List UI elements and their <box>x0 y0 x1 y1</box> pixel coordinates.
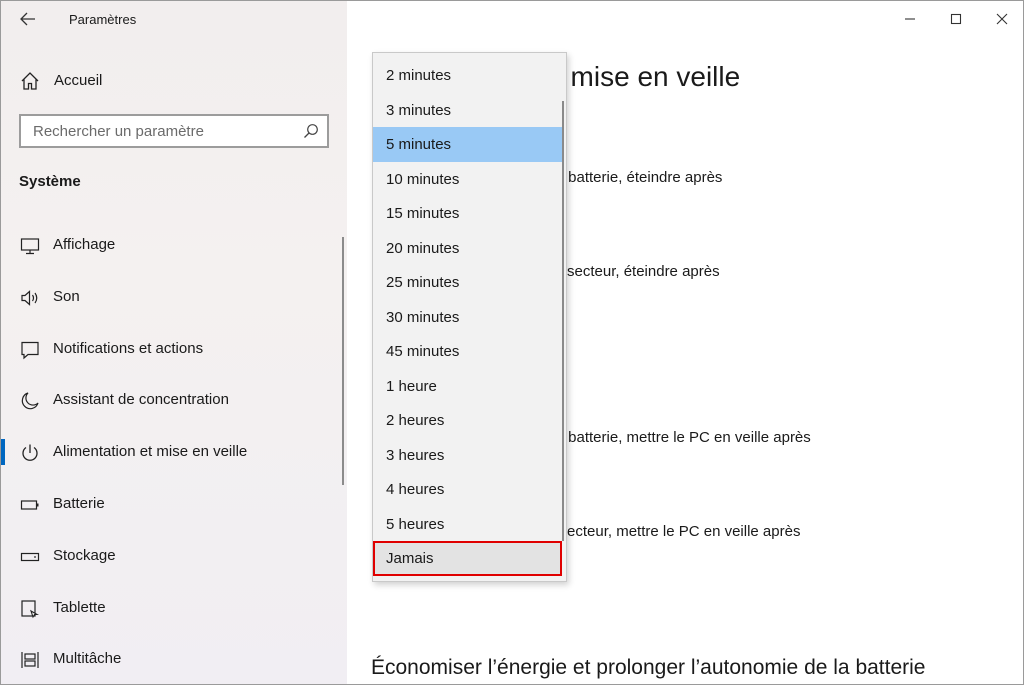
dropdown-options: 2 minutes 3 minutes 5 minutes 10 minutes… <box>373 58 566 576</box>
screen-battery-label: r batterie, éteindre après <box>559 169 723 186</box>
nav-home[interactable]: Accueil <box>1 63 341 99</box>
window-controls <box>887 1 1023 37</box>
notification-icon <box>20 340 40 360</box>
sidebar-item-concentration[interactable]: Assistant de concentration <box>1 381 341 433</box>
monitor-icon <box>20 236 40 256</box>
sidebar-item-label: Alimentation et mise en veille <box>53 443 248 461</box>
sleep-plugged-label: ecteur, mettre le PC en veille après <box>567 523 801 540</box>
storage-icon <box>20 547 40 567</box>
sidebar-item-label: Notifications et actions <box>53 339 204 357</box>
section-title: Système <box>19 173 81 190</box>
minimize-icon <box>904 13 916 25</box>
dropdown-scrollbar[interactable] <box>562 101 564 541</box>
screen-plugged-label: secteur, éteindre après <box>567 263 720 280</box>
dropdown-option[interactable]: 25 minutes <box>373 265 562 300</box>
app-title: Paramètres <box>69 12 137 27</box>
sidebar-item-label: Assistant de concentration <box>53 391 229 409</box>
dropdown-option[interactable]: 2 minutes <box>373 58 562 93</box>
sidebar-item-label: Batterie <box>53 494 105 512</box>
close-icon <box>996 13 1008 25</box>
dropdown-option[interactable]: 3 heures <box>373 438 562 473</box>
dropdown-option-label: 3 minutes <box>386 101 452 119</box>
sidebar-item-label: Son <box>53 287 80 305</box>
dropdown-option[interactable]: 5 heures <box>373 507 562 542</box>
sidebar-item-label: Tablette <box>53 598 106 616</box>
dropdown-option-selected[interactable]: 5 minutes <box>373 127 562 162</box>
home-icon <box>20 71 40 91</box>
dropdown-option-label: 2 heures <box>386 412 445 429</box>
close-button[interactable] <box>979 1 1023 37</box>
back-button[interactable] <box>13 5 43 33</box>
section-heading: Économiser l’énergie et prolonger l’auto… <box>371 656 926 679</box>
dropdown-option-label: 4 heures <box>386 481 445 498</box>
search-box[interactable] <box>19 114 329 148</box>
sidebar-item-stockage[interactable]: Stockage <box>1 537 341 589</box>
dropdown-option-label: 15 minutes <box>386 205 460 222</box>
dropdown-option[interactable]: 20 minutes <box>373 231 562 266</box>
sidebar-item-label: Affichage <box>53 236 116 253</box>
dropdown-option-label: 1 heure <box>386 377 437 395</box>
dropdown-option[interactable]: 45 minutes <box>373 334 562 369</box>
dropdown-option[interactable]: 15 minutes <box>373 196 562 231</box>
sidebar-item-label: Multitâche <box>53 650 122 668</box>
search-icon[interactable] <box>303 123 319 139</box>
dropdown-option[interactable]: 30 minutes <box>373 300 562 335</box>
back-arrow-icon <box>20 12 36 26</box>
dropdown-option-label: 45 minutes <box>386 343 460 360</box>
minimize-button[interactable] <box>887 1 933 37</box>
search-input[interactable] <box>21 116 291 146</box>
dropdown-option[interactable]: 2 heures <box>373 403 562 438</box>
sidebar-item-multitache[interactable]: Multitâche <box>1 640 341 684</box>
page-title: t mise en veille <box>555 61 741 92</box>
multitask-icon <box>20 650 40 670</box>
maximize-icon <box>950 13 962 25</box>
sidebar-item-label: Stockage <box>53 546 116 564</box>
dropdown-option-label: 20 minutes <box>386 239 460 257</box>
maximize-button[interactable] <box>933 1 979 37</box>
dropdown-option-label: 5 heures <box>386 515 445 533</box>
dropdown-option-label: 5 minutes <box>386 136 452 153</box>
nav-home-label: Accueil <box>54 72 103 89</box>
dropdown-option-jamais[interactable]: Jamais <box>373 541 562 576</box>
dropdown-option-label: Jamais <box>386 550 434 567</box>
dropdown-option-label: 3 heures <box>386 446 445 464</box>
time-dropdown-menu: 2 minutes 3 minutes 5 minutes 10 minutes… <box>372 52 567 582</box>
title-bar: Paramètres <box>1 1 347 39</box>
moon-icon <box>20 391 40 411</box>
battery-icon <box>20 495 40 515</box>
dropdown-option[interactable]: 10 minutes <box>373 162 562 197</box>
dropdown-option-label: 10 minutes <box>386 170 460 188</box>
settings-window: Paramètres Accueil Système Affichage <box>0 0 1024 685</box>
dropdown-option[interactable]: 3 minutes <box>373 93 562 128</box>
tablet-icon <box>20 599 40 619</box>
sidebar-item-affichage[interactable]: Affichage <box>1 226 341 278</box>
sidebar-item-tablette[interactable]: Tablette <box>1 589 341 641</box>
dropdown-option-label: 30 minutes <box>386 308 460 326</box>
sidebar-item-son[interactable]: Son <box>1 278 341 330</box>
sidebar: Paramètres Accueil Système Affichage <box>1 1 347 684</box>
sidebar-scrollbar[interactable] <box>342 237 344 485</box>
speaker-icon <box>20 288 40 308</box>
dropdown-option-label: 25 minutes <box>386 274 460 291</box>
sleep-battery-label: r batterie, mettre le PC en veille après <box>559 429 811 446</box>
sidebar-item-alimentation[interactable]: Alimentation et mise en veille <box>1 433 341 485</box>
power-icon <box>20 443 40 463</box>
sidebar-item-batterie[interactable]: Batterie <box>1 485 341 537</box>
nav-list: Affichage Son Notifications et actions A… <box>1 226 341 684</box>
dropdown-option-label: 2 minutes <box>386 67 452 84</box>
dropdown-option[interactable]: 4 heures <box>373 472 562 507</box>
dropdown-option[interactable]: 1 heure <box>373 369 562 404</box>
sidebar-item-notifications[interactable]: Notifications et actions <box>1 330 341 382</box>
